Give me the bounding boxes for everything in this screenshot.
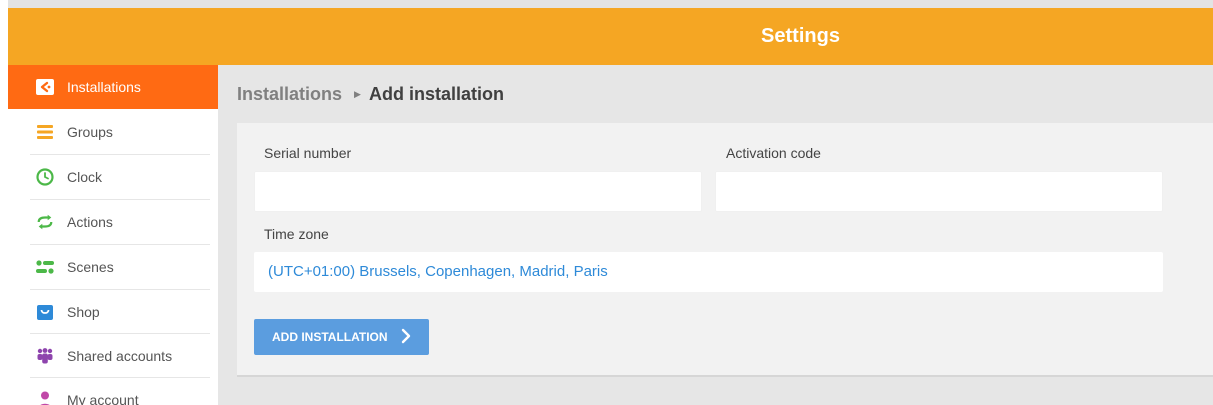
window-edge xyxy=(0,0,8,405)
shop-icon xyxy=(36,303,54,321)
sidebar-item-groups[interactable]: Groups xyxy=(8,110,218,154)
sidebar-item-shop[interactable]: Shop xyxy=(8,290,218,334)
breadcrumb-parent-link[interactable]: Installations xyxy=(237,84,342,104)
time-zone-select[interactable]: (UTC+01:00) Brussels, Copenhagen, Madrid… xyxy=(254,252,1163,292)
breadcrumb-current: Add installation xyxy=(368,84,504,104)
time-zone-selected-value: (UTC+01:00) Brussels, Copenhagen, Madrid… xyxy=(268,263,608,280)
sidebar-item-label: My account xyxy=(67,392,139,405)
installations-icon xyxy=(36,78,54,96)
sidebar: Installations Groups Clock Actions Scene… xyxy=(8,65,218,405)
sidebar-item-label: Clock xyxy=(67,169,103,185)
sidebar-item-clock[interactable]: Clock xyxy=(8,155,218,199)
sidebar-item-label: Actions xyxy=(67,214,113,230)
sidebar-item-label: Scenes xyxy=(67,259,114,275)
serial-number-label: Serial number xyxy=(264,145,352,161)
sidebar-item-my-account[interactable]: My account xyxy=(8,378,218,405)
activation-code-input[interactable] xyxy=(715,171,1163,212)
serial-number-input[interactable] xyxy=(254,171,702,212)
clock-icon xyxy=(36,168,54,186)
breadcrumb-arrow-icon: ▶ xyxy=(354,89,361,99)
chevron-right-icon xyxy=(401,328,411,347)
scenes-icon xyxy=(36,258,54,276)
sidebar-item-shared-accounts[interactable]: Shared accounts xyxy=(8,334,218,378)
sidebar-item-actions[interactable]: Actions xyxy=(8,200,218,244)
shared-accounts-icon xyxy=(36,347,54,365)
top-header: Settings xyxy=(8,8,1213,65)
sidebar-item-label: Installations xyxy=(67,79,141,95)
sidebar-item-label: Shared accounts xyxy=(67,348,173,364)
breadcrumb: Installations ▶ Add installation xyxy=(237,83,504,105)
sidebar-item-label: Groups xyxy=(67,124,113,140)
groups-icon xyxy=(36,123,54,141)
my-account-icon xyxy=(36,391,54,405)
time-zone-label: Time zone xyxy=(264,226,329,242)
add-installation-button[interactable]: ADD INSTALLATION xyxy=(254,319,429,355)
sidebar-item-installations[interactable]: Installations xyxy=(8,65,218,109)
sidebar-item-label: Shop xyxy=(67,304,100,320)
page-title: Settings xyxy=(761,25,840,47)
main-content: Installations ▶ Add installation Serial nu… xyxy=(218,65,1213,405)
add-installation-button-label: ADD INSTALLATION xyxy=(272,330,388,344)
add-installation-form: Serial number Activation code Time zone … xyxy=(237,123,1213,377)
actions-icon xyxy=(36,213,54,231)
activation-code-label: Activation code xyxy=(726,145,821,161)
sidebar-item-scenes[interactable]: Scenes xyxy=(8,245,218,289)
